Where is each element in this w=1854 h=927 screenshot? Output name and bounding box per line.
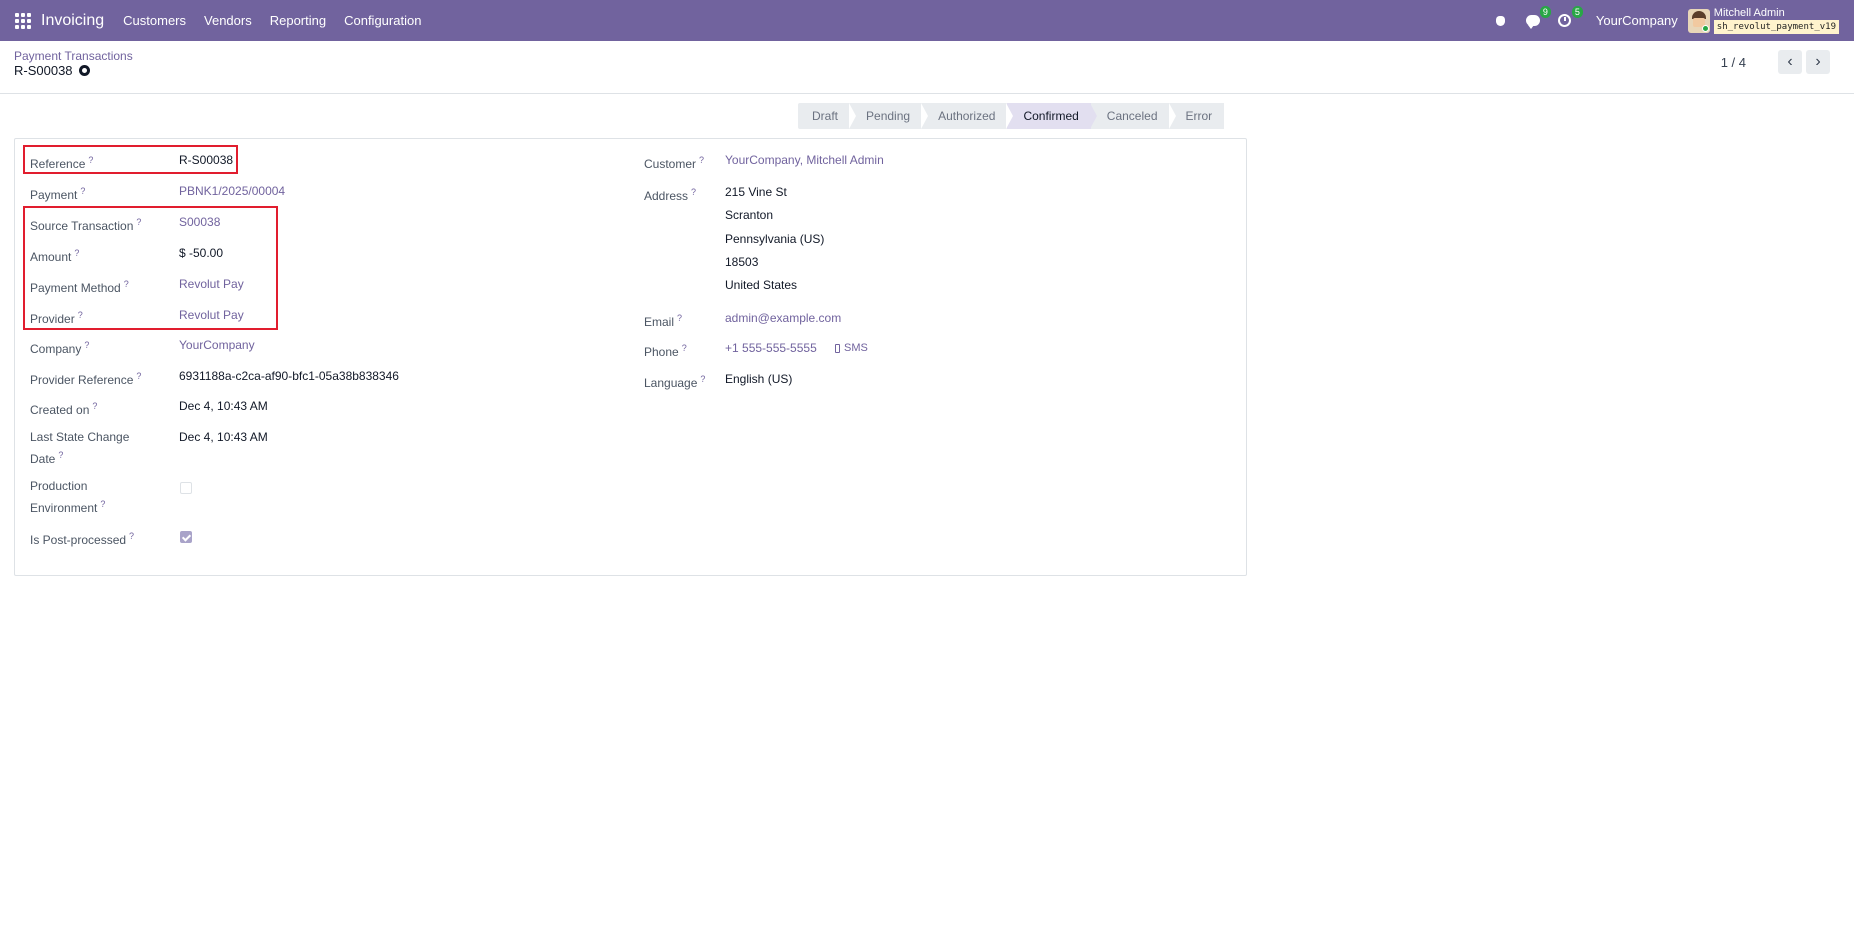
record-title: R-S00038: [14, 63, 90, 78]
production-environment-checkbox[interactable]: [180, 482, 192, 494]
amount-value: $ -50.00: [179, 246, 224, 260]
provider-reference-label: Provider Reference?: [30, 371, 142, 387]
messages-chat-icon[interactable]: 9: [1524, 5, 1551, 30]
email-link[interactable]: admin@example.com: [725, 309, 841, 327]
form-sheet: Reference? R-S00038 Payment? PBNK1/2025/…: [14, 138, 1247, 576]
menu-configuration[interactable]: Configuration: [335, 13, 430, 28]
app-name[interactable]: Invoicing: [41, 12, 104, 30]
main-menu: Customers Vendors Reporting Configuratio…: [114, 13, 430, 28]
top-navbar: Invoicing Customers Vendors Reporting Co…: [0, 0, 1854, 41]
company-link[interactable]: YourCompany: [179, 336, 255, 354]
reference-value: R-S00038: [179, 153, 234, 167]
sms-label: SMS: [844, 342, 868, 354]
control-panel: Payment Transactions R-S00038 1 / 4 ‹ ›: [0, 41, 1854, 94]
address-line-3: Pennsylvania (US): [725, 232, 825, 246]
payment-method-label: Payment Method?: [30, 279, 129, 295]
last-state-change-value: Dec 4, 10:43 AM: [179, 430, 268, 444]
status-canceled[interactable]: Canceled: [1089, 103, 1170, 129]
provider-link[interactable]: Revolut Pay: [179, 306, 244, 324]
last-state-change-label: Last State Change Date?: [30, 430, 130, 466]
language-label: Language?: [644, 374, 706, 390]
status-draft[interactable]: Draft: [798, 103, 851, 129]
address-label: Address?: [644, 187, 697, 203]
sms-button[interactable]: SMS: [835, 342, 868, 354]
address-line-2: Scranton: [725, 208, 774, 222]
menu-reporting[interactable]: Reporting: [261, 13, 335, 28]
created-on-label: Created on?: [30, 401, 98, 417]
menu-vendors[interactable]: Vendors: [195, 13, 261, 28]
database-name-badge: sh_revolut_payment_v19: [1713, 20, 1839, 34]
menu-customers[interactable]: Customers: [114, 13, 195, 28]
chevron-left-icon: ‹: [1787, 53, 1793, 70]
provider-label: Provider?: [30, 310, 83, 326]
activities-clock-icon[interactable]: 5: [1556, 5, 1583, 30]
payment-link[interactable]: PBNK1/2025/00004: [179, 182, 285, 200]
reference-label: Reference?: [30, 155, 94, 171]
status-confirmed[interactable]: Confirmed: [1006, 103, 1091, 129]
record-title-text: R-S00038: [14, 63, 73, 78]
company-label: Company?: [30, 340, 90, 356]
gear-icon[interactable]: [78, 65, 90, 76]
company-switcher[interactable]: YourCompany: [1596, 13, 1678, 28]
is-post-processed-checkbox[interactable]: [180, 531, 192, 543]
user-name: Mitchell Admin: [1713, 7, 1785, 19]
source-transaction-label: Source Transaction?: [30, 217, 142, 233]
messages-count-badge: 9: [1539, 5, 1551, 18]
debug-bug-icon[interactable]: [1492, 12, 1510, 30]
provider-reference-value: 6931188a-c2ca-af90-bfc1-05a38b838346: [179, 369, 399, 383]
is-post-processed-label: Is Post-processed?: [30, 531, 135, 547]
pager-previous-button[interactable]: ‹: [1778, 50, 1802, 74]
phone-link[interactable]: +1 555-555-5555: [725, 339, 817, 357]
mobile-phone-icon: [835, 343, 840, 353]
phone-label: Phone?: [644, 343, 687, 359]
status-bar: Draft Pending Authorized Confirmed Cance…: [798, 103, 1225, 129]
chevron-right-icon: ›: [1815, 53, 1821, 70]
address-line-1: 215 Vine St: [725, 185, 787, 199]
status-authorized[interactable]: Authorized: [921, 103, 1008, 129]
language-value: English (US): [725, 372, 793, 386]
address-line-5: United States: [725, 278, 798, 292]
address-line-4: 18503: [725, 255, 759, 269]
status-error[interactable]: Error: [1168, 103, 1225, 129]
production-environment-label: Production Environment?: [30, 479, 106, 515]
customer-link[interactable]: YourCompany, Mitchell Admin: [725, 151, 884, 169]
source-transaction-link[interactable]: S00038: [179, 213, 220, 231]
user-avatar[interactable]: [1687, 8, 1710, 33]
breadcrumb-payment-transactions[interactable]: Payment Transactions: [14, 49, 133, 63]
payment-method-link[interactable]: Revolut Pay: [179, 275, 244, 293]
user-menu[interactable]: Mitchell Admin sh_revolut_payment_v19: [1713, 7, 1839, 34]
customer-label: Customer?: [644, 155, 705, 171]
amount-label: Amount?: [30, 248, 80, 264]
activities-count-badge: 5: [1571, 5, 1583, 18]
payment-label: Payment?: [30, 186, 86, 202]
navbar-systray: 9 5 YourCompany Mitchell Admin sh_revolu…: [1492, 0, 1854, 41]
created-on-value: Dec 4, 10:43 AM: [179, 399, 268, 413]
app-grid-icon[interactable]: [15, 12, 31, 29]
status-pending[interactable]: Pending: [849, 103, 923, 129]
email-label: Email?: [644, 313, 683, 329]
pager-value[interactable]: 1 / 4: [1721, 55, 1746, 70]
pager-next-button[interactable]: ›: [1806, 50, 1830, 74]
